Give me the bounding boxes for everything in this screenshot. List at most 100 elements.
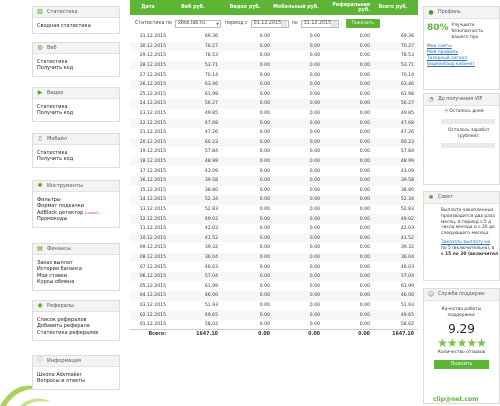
sidebar-section-header[interactable]: ▤ Финансы	[33, 244, 119, 255]
table-cell: 0.00	[309, 139, 320, 145]
table-cell: 25.12.2015	[139, 91, 166, 97]
sidebar-item[interactable]: Получить код	[37, 156, 119, 162]
table-row: 15.12.2015 38.80 0.00 0.00 0.00 38.80	[130, 186, 418, 196]
table-cell: 27.12.2015	[139, 72, 166, 78]
rate-button[interactable]: Оценить	[434, 360, 489, 370]
table-row: 26.12.2015 63.46 0.00 0.00 0.00 63.46	[130, 79, 418, 90]
total-web: 1647.10	[196, 332, 218, 338]
table-cell: 0.00	[259, 206, 270, 212]
sidebar-item-label: Вопросы и ответы	[37, 378, 85, 385]
table-cell: 38.80	[400, 187, 414, 193]
table-row: 13.12.2015 52.83 0.00 0.00 0.00 52.83	[130, 205, 418, 215]
header-total[interactable]: Всего руб.	[372, 0, 418, 15]
table-cell: 0.00	[259, 53, 270, 59]
profile-title: Профиль	[438, 10, 461, 15]
header-date[interactable]: Дата	[130, 0, 168, 15]
table-cell: 0.00	[359, 235, 370, 241]
table-cell: 14.12.2015	[139, 197, 166, 203]
support-quality-label-2: поддержки:	[447, 312, 476, 318]
advice-text: следующего месяца.	[441, 231, 490, 237]
table-cell: 0.00	[259, 187, 270, 193]
my-profile-link[interactable]: Мой профиль	[427, 50, 458, 55]
table-row: 11.12.2015 42.03 0.00 0.00 0.00 42.03	[130, 224, 418, 234]
sidebar-section-header[interactable]: ▥ Статистика	[33, 7, 119, 18]
header-video[interactable]: Видео руб.	[220, 0, 272, 15]
header-mobile[interactable]: Мобильный руб.	[272, 0, 322, 15]
sidebar-section-title: Веб	[47, 45, 57, 51]
my-sites-link[interactable]: Мои сайты	[427, 44, 452, 49]
sidebar-item[interactable]: Получить код	[37, 110, 119, 116]
table-cell: 0.00	[309, 264, 320, 270]
table-cell: 0.00	[359, 178, 370, 184]
sidebar-section-header[interactable]: ▶ Видео	[33, 88, 119, 99]
table-row: 28.12.2015 53.71 0.00 0.00 0.00 53.71	[130, 60, 418, 71]
date-from-input[interactable]: 01.12.2015	[250, 19, 289, 28]
sidebar-item[interactable]: Промокоды	[37, 216, 119, 222]
table-cell: 0.00	[259, 322, 270, 328]
table-cell: 0.00	[259, 91, 270, 97]
video-review-link[interactable]: Видеообзор кабинет	[427, 62, 475, 67]
table-cell: 0.00	[309, 111, 320, 117]
table-cell: 52.83	[400, 206, 414, 212]
table-row: 02.12.2015 49.65 0.00 0.00 0.00 49.65	[130, 310, 418, 320]
table-cell: 0.00	[359, 159, 370, 165]
sidebar-section-header[interactable]: ◍ Веб	[33, 43, 119, 54]
sidebar-section-header[interactable]: ◉ Рефералы	[33, 301, 119, 312]
date-to-value: 31.12.2015	[303, 21, 332, 26]
sidebar-section-header[interactable]: ✱ Инструменты	[33, 181, 119, 192]
sidebar-item[interactable]: Курсы обмена	[37, 279, 119, 285]
table-cell: 46.00	[400, 293, 414, 299]
calendar-icon[interactable]	[331, 20, 337, 27]
table-cell: 63.46	[400, 82, 414, 88]
star-icon: ★	[437, 335, 448, 350]
table-cell: 0.00	[309, 312, 320, 318]
to-label: по	[291, 21, 298, 26]
header-web[interactable]: Веб руб.	[168, 0, 220, 15]
calendar-icon[interactable]	[281, 20, 287, 27]
table-cell: 57.04	[204, 274, 218, 280]
table-cell: 0.00	[359, 53, 370, 59]
table-cell: 0.00	[359, 82, 370, 88]
table-cell: 52.34	[204, 197, 218, 203]
table-cell: 0.00	[359, 34, 370, 40]
table-cell: 19.12.2015	[139, 149, 166, 155]
table-cell: 0.00	[259, 235, 270, 241]
teaser-signal-link[interactable]: Тизерный сигнал	[427, 56, 467, 61]
order-payout-link[interactable]: Заказать выплату мо	[441, 240, 490, 245]
sidebar-item[interactable]: Получить код	[37, 65, 119, 71]
table-cell: 21.12.2015	[139, 130, 166, 136]
sidebar-section-header[interactable]: ▯ Мобайл	[33, 134, 119, 145]
table-cell: 0.00	[359, 312, 370, 318]
table-cell: 41.52	[204, 235, 218, 241]
table-cell: 57.04	[400, 274, 414, 280]
bar-chart-icon: ▥	[37, 8, 43, 15]
site-select[interactable]: xbox.lab.ru ▼	[174, 19, 221, 28]
table-cell: 0.00	[359, 139, 370, 145]
table-cell: 0.00	[359, 63, 370, 69]
table-cell: 07.12.2015	[139, 264, 166, 270]
table-cell: 61.99	[400, 283, 414, 289]
sidebar-section: ✱ Инструменты Фильтры Формат подкачки AdBloc…	[32, 180, 120, 228]
table-cell: 0.00	[309, 245, 320, 251]
table-cell: 42.03	[400, 226, 414, 232]
sidebar-section-header[interactable]: ⓘ Информация	[33, 356, 119, 367]
date-to-input[interactable]: 31.12.2015	[300, 19, 339, 28]
table-row: 30.12.2015 70.27 0.00 0.00 0.00 70.27	[130, 41, 418, 52]
sidebar-item[interactable]: Сводная статистика	[37, 23, 119, 29]
header-referral[interactable]: Реферальная руб.	[322, 0, 372, 15]
show-button[interactable]: Показать	[345, 19, 380, 28]
table-cell: 0.00	[309, 216, 320, 222]
profile-text: вашего про	[451, 34, 479, 40]
filter-bar: Статистика по xbox.lab.ru ▼ период с 01.1…	[130, 15, 418, 32]
table-cell: 60.23	[204, 139, 218, 145]
table-cell: 36.04	[204, 254, 218, 260]
table-total-row: Всего: 1647.10 0.00 0.00 0.00 1647.10	[130, 329, 418, 339]
sidebar-item[interactable]: Вопросы и ответы	[37, 378, 119, 384]
table-cell: 02.12.2015	[139, 312, 166, 318]
table-cell: 0.00	[259, 101, 270, 107]
support-icon: ☺	[427, 291, 435, 298]
sidebar-item[interactable]: Статистика рефералов	[37, 330, 119, 336]
table-cell: 0.00	[359, 168, 370, 174]
table-cell: 09.12.2015	[139, 245, 166, 251]
sidebar-item-label: Школа Advmaker	[37, 372, 82, 378]
